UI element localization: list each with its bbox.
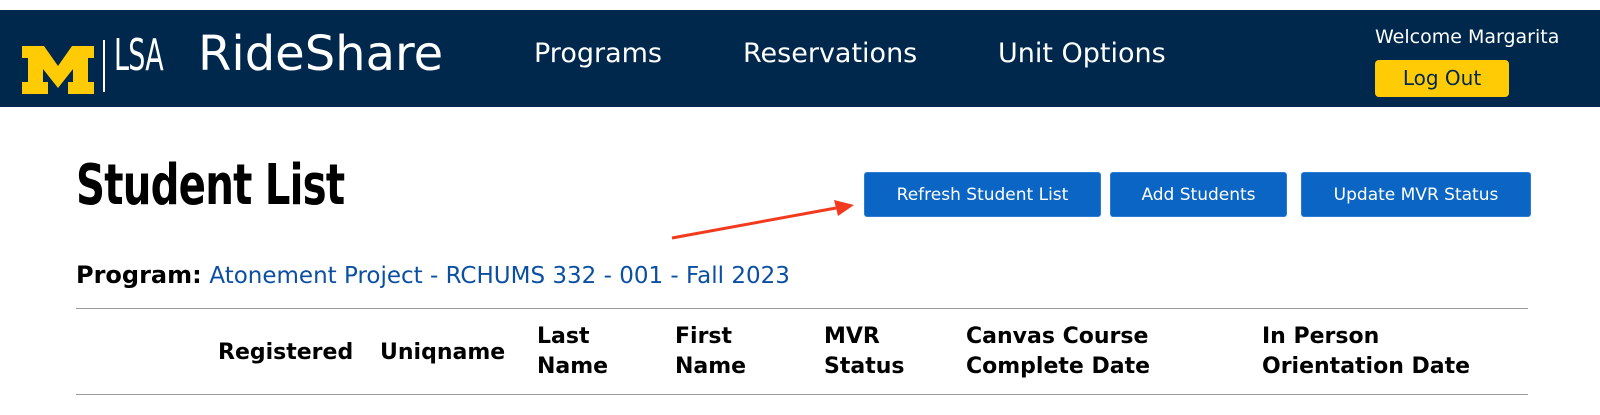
michigan-block-m-logo <box>22 46 94 94</box>
header-text-line1: First <box>675 324 733 349</box>
lsa-logo-text: LSA <box>114 30 164 81</box>
column-header-canvas-course-complete-date[interactable]: Canvas Course Complete Date <box>966 322 1150 382</box>
header-text: Uniqname <box>380 340 506 365</box>
app-title[interactable]: RideShare <box>198 30 443 78</box>
column-header-uniqname[interactable]: Uniqname <box>380 338 505 368</box>
app-header: LSA RideShare Programs Reservations Unit… <box>0 10 1600 107</box>
logout-button[interactable]: Log Out <box>1375 60 1509 97</box>
update-mvr-status-button[interactable]: Update MVR Status <box>1301 172 1531 217</box>
annotation-arrow-icon <box>671 200 854 240</box>
column-header-in-person-orientation-date[interactable]: In Person Orientation Date <box>1262 322 1470 382</box>
header-text-line1: Canvas Course <box>966 324 1149 349</box>
column-header-first-name[interactable]: First Name <box>675 322 746 382</box>
table-header-bottom-rule <box>76 394 1528 395</box>
header-text-line2: Status <box>824 354 905 379</box>
header-text-line2: Name <box>537 354 609 379</box>
header-text-line2: Complete Date <box>966 354 1151 379</box>
add-students-button[interactable]: Add Students <box>1110 172 1287 217</box>
page-title: Student List <box>76 153 345 218</box>
program-label: Program: <box>76 261 202 289</box>
welcome-text: Welcome Margarita <box>1375 26 1560 48</box>
header-text-line2: Orientation Date <box>1262 354 1471 379</box>
column-header-last-name[interactable]: Last Name <box>537 322 608 382</box>
refresh-student-list-button[interactable]: Refresh Student List <box>864 172 1101 217</box>
column-header-mvr-status[interactable]: MVR Status <box>824 322 904 382</box>
header-text-line1: In Person <box>1262 324 1380 349</box>
table-top-rule <box>76 308 1528 309</box>
program-link[interactable]: Atonement Project - RCHUMS 332 - 001 - F… <box>209 263 789 289</box>
logo-divider <box>103 40 105 92</box>
nav-reservations[interactable]: Reservations <box>743 40 917 67</box>
header-text-line1: MVR <box>824 324 880 349</box>
column-header-registered[interactable]: Registered <box>218 338 353 368</box>
header-text-line1: Last <box>537 324 590 349</box>
nav-programs[interactable]: Programs <box>534 40 662 67</box>
top-border <box>0 0 1600 10</box>
nav-unit-options[interactable]: Unit Options <box>998 40 1166 67</box>
header-text-line2: Name <box>675 354 747 379</box>
header-text: Registered <box>218 340 354 365</box>
program-line: Program: Atonement Project - RCHUMS 332 … <box>76 263 790 288</box>
